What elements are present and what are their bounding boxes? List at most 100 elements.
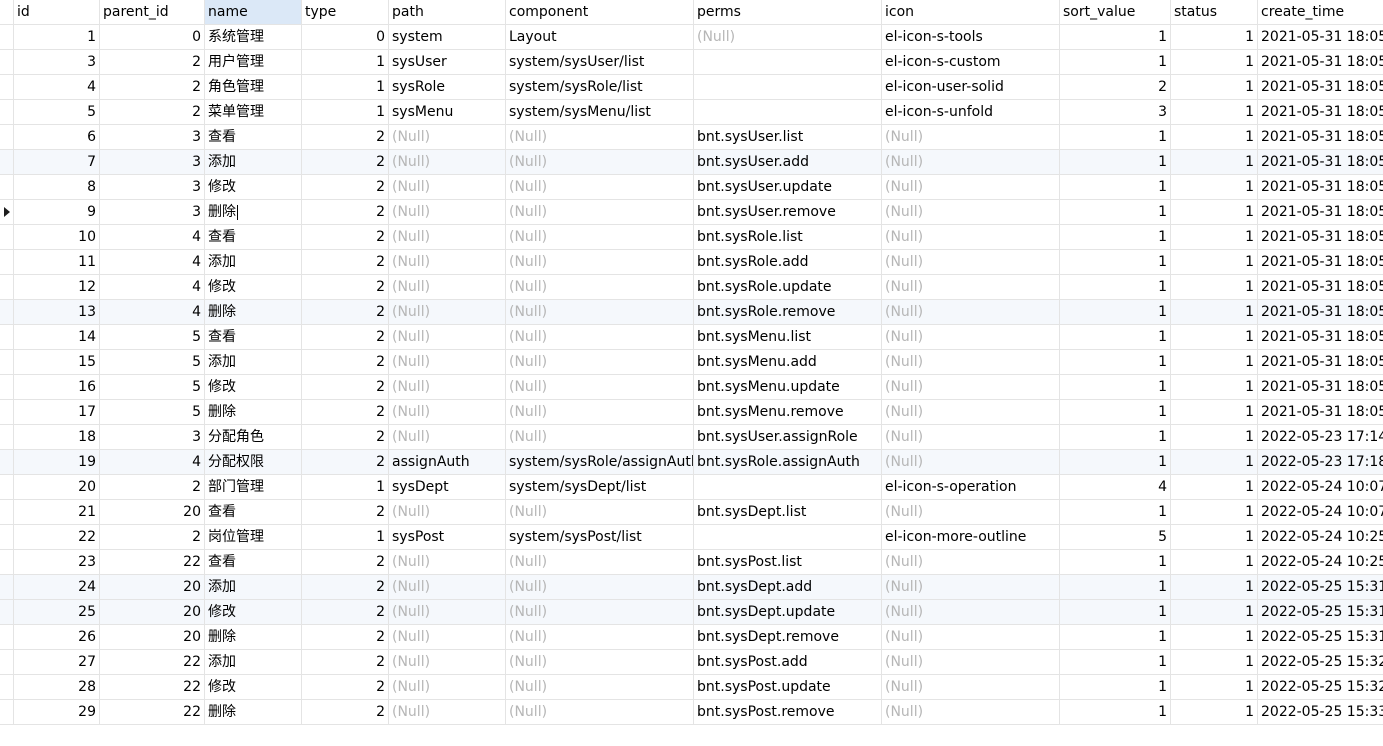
column-header-type[interactable]: type (302, 0, 389, 24)
cell-type[interactable]: 2 (302, 550, 389, 574)
cell-name[interactable]: 部门管理 (205, 475, 302, 499)
cell-parent-id[interactable]: 22 (100, 675, 205, 699)
cell-name[interactable]: 系统管理 (205, 25, 302, 49)
cell-path[interactable]: sysMenu (389, 100, 506, 124)
cell-sort-value[interactable]: 1 (1060, 175, 1171, 199)
table-row[interactable]: 5 2 菜单管理 1 sysMenu system/sysMenu/list el-icon… (0, 100, 1383, 125)
cell-id[interactable]: 9 (14, 200, 100, 224)
cell-component[interactable]: (Null) (506, 400, 694, 424)
cell-component[interactable]: (Null) (506, 125, 694, 149)
cell-type[interactable]: 1 (302, 50, 389, 74)
cell-name[interactable]: 查看 (205, 550, 302, 574)
cell-path[interactable]: (Null) (389, 425, 506, 449)
cell-parent-id[interactable]: 20 (100, 625, 205, 649)
column-header-perms[interactable]: perms (694, 0, 882, 24)
cell-path[interactable]: (Null) (389, 400, 506, 424)
table-row[interactable]: 29 22 删除 2 (Null) (Null) bnt.sysPost.remove (Nu… (0, 700, 1383, 725)
row-indicator[interactable] (0, 275, 14, 299)
cell-status[interactable]: 1 (1171, 225, 1258, 249)
cell-perms[interactable]: bnt.sysRole.add (694, 250, 882, 274)
cell-icon[interactable]: el-icon-s-custom (882, 50, 1060, 74)
cell-perms[interactable] (694, 100, 882, 124)
row-indicator[interactable] (0, 550, 14, 574)
cell-status[interactable]: 1 (1171, 700, 1258, 724)
cell-id[interactable]: 25 (14, 600, 100, 624)
cell-type[interactable]: 2 (302, 375, 389, 399)
cell-create-time[interactable]: 2022-05-25 15:32 (1258, 650, 1383, 674)
cell-parent-id[interactable]: 5 (100, 400, 205, 424)
cell-parent-id[interactable]: 3 (100, 150, 205, 174)
cell-id[interactable]: 20 (14, 475, 100, 499)
cell-parent-id[interactable]: 3 (100, 175, 205, 199)
cell-create-time[interactable]: 2022-05-25 15:32 (1258, 675, 1383, 699)
cell-status[interactable]: 1 (1171, 75, 1258, 99)
cell-create-time[interactable]: 2021-05-31 18:05 (1258, 350, 1383, 374)
cell-icon[interactable]: (Null) (882, 500, 1060, 524)
table-row[interactable]: 10 4 查看 2 (Null) (Null) bnt.sysRole.list (Null)… (0, 225, 1383, 250)
cell-perms[interactable]: bnt.sysUser.remove (694, 200, 882, 224)
cell-perms[interactable] (694, 50, 882, 74)
column-header-id[interactable]: id (14, 0, 100, 24)
cell-component[interactable]: (Null) (506, 350, 694, 374)
table-row[interactable]: 20 2 部门管理 1 sysDept system/sysDept/list el-ico… (0, 475, 1383, 500)
cell-path[interactable]: sysPost (389, 525, 506, 549)
cell-path[interactable]: (Null) (389, 125, 506, 149)
cell-perms[interactable]: bnt.sysMenu.remove (694, 400, 882, 424)
cell-icon[interactable]: (Null) (882, 700, 1060, 724)
cell-sort-value[interactable]: 1 (1060, 650, 1171, 674)
cell-name[interactable]: 删除 (205, 700, 302, 724)
cell-sort-value[interactable]: 1 (1060, 150, 1171, 174)
cell-component[interactable]: (Null) (506, 175, 694, 199)
cell-name[interactable]: 删除 (205, 625, 302, 649)
cell-status[interactable]: 1 (1171, 500, 1258, 524)
cell-perms[interactable] (694, 75, 882, 99)
cell-component[interactable]: (Null) (506, 325, 694, 349)
cell-sort-value[interactable]: 1 (1060, 325, 1171, 349)
table-row[interactable]: 24 20 添加 2 (Null) (Null) bnt.sysDept.add (Null)… (0, 575, 1383, 600)
cell-create-time[interactable]: 2021-05-31 18:05 (1258, 300, 1383, 324)
cell-sort-value[interactable]: 1 (1060, 225, 1171, 249)
cell-parent-id[interactable]: 2 (100, 50, 205, 74)
cell-parent-id[interactable]: 2 (100, 525, 205, 549)
cell-status[interactable]: 1 (1171, 50, 1258, 74)
cell-path[interactable]: sysDept (389, 475, 506, 499)
cell-perms[interactable]: bnt.sysDept.list (694, 500, 882, 524)
cell-path[interactable]: (Null) (389, 675, 506, 699)
cell-perms[interactable]: bnt.sysPost.list (694, 550, 882, 574)
cell-status[interactable]: 1 (1171, 325, 1258, 349)
cell-status[interactable]: 1 (1171, 425, 1258, 449)
cell-component[interactable]: (Null) (506, 700, 694, 724)
cell-icon[interactable]: (Null) (882, 125, 1060, 149)
cell-path[interactable]: (Null) (389, 500, 506, 524)
cell-status[interactable]: 1 (1171, 675, 1258, 699)
cell-status[interactable]: 1 (1171, 175, 1258, 199)
table-row[interactable]: 17 5 删除 2 (Null) (Null) bnt.sysMenu.remove (Nul… (0, 400, 1383, 425)
cell-id[interactable]: 21 (14, 500, 100, 524)
cell-type[interactable]: 2 (302, 625, 389, 649)
cell-sort-value[interactable]: 1 (1060, 50, 1171, 74)
cell-id[interactable]: 17 (14, 400, 100, 424)
cell-type[interactable]: 2 (302, 675, 389, 699)
row-indicator[interactable] (0, 500, 14, 524)
cell-path[interactable]: (Null) (389, 275, 506, 299)
row-indicator[interactable] (0, 625, 14, 649)
cell-perms[interactable]: bnt.sysUser.list (694, 125, 882, 149)
cell-component[interactable]: system/sysDept/list (506, 475, 694, 499)
cell-perms[interactable]: bnt.sysDept.remove (694, 625, 882, 649)
cell-id[interactable]: 3 (14, 50, 100, 74)
cell-create-time[interactable]: 2021-05-31 18:05 (1258, 75, 1383, 99)
cell-name[interactable]: 查看 (205, 225, 302, 249)
row-indicator[interactable] (0, 350, 14, 374)
table-row[interactable]: 27 22 添加 2 (Null) (Null) bnt.sysPost.add (Null)… (0, 650, 1383, 675)
cell-parent-id[interactable]: 4 (100, 300, 205, 324)
cell-type[interactable]: 2 (302, 650, 389, 674)
table-row[interactable]: 25 20 修改 2 (Null) (Null) bnt.sysDept.update (Nu… (0, 600, 1383, 625)
cell-icon[interactable]: (Null) (882, 600, 1060, 624)
cell-component[interactable]: system/sysUser/list (506, 50, 694, 74)
cell-name[interactable]: 添加 (205, 575, 302, 599)
cell-name[interactable]: 修改 (205, 175, 302, 199)
table-row[interactable]: 3 2 用户管理 1 sysUser system/sysUser/list el-icon… (0, 50, 1383, 75)
cell-id[interactable]: 6 (14, 125, 100, 149)
cell-status[interactable]: 1 (1171, 150, 1258, 174)
row-indicator[interactable] (0, 700, 14, 724)
